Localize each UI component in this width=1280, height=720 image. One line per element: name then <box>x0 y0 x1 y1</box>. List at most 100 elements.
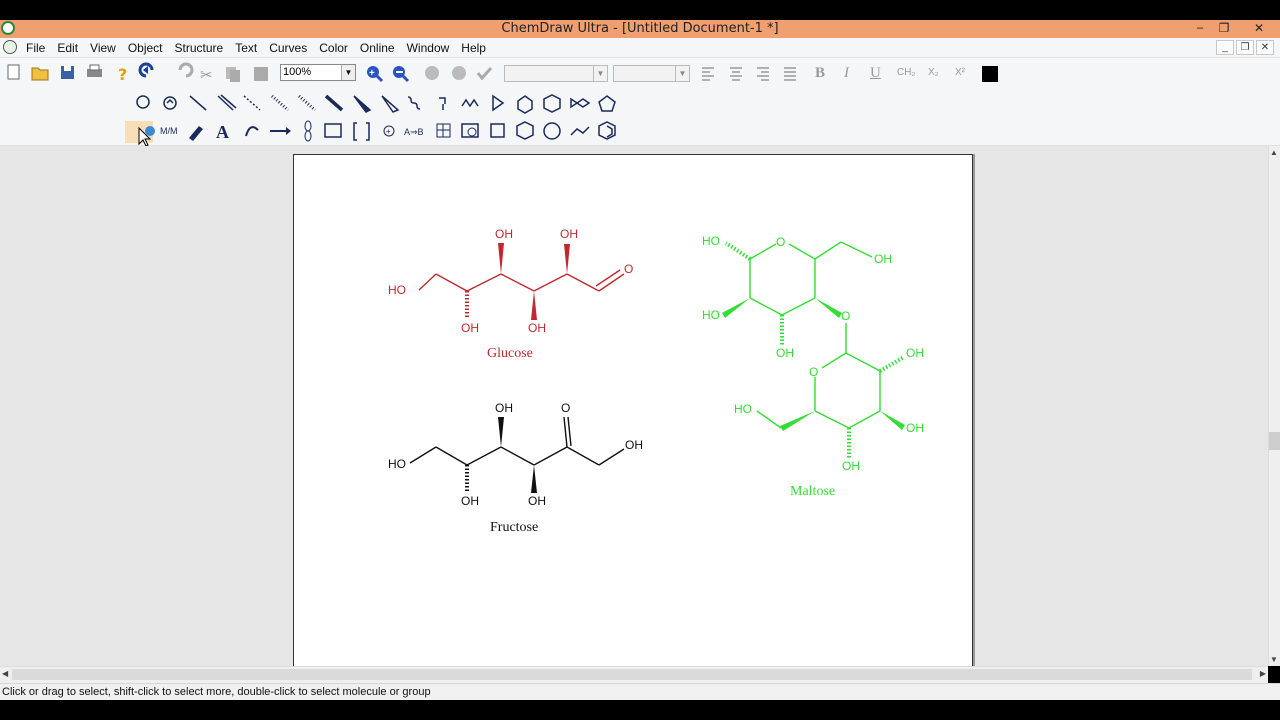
glucose-structure[interactable] <box>418 243 625 320</box>
document-icon[interactable] <box>3 40 17 54</box>
align-center-icon[interactable] <box>730 67 742 81</box>
lasso-icon[interactable] <box>136 95 150 109</box>
cut-icon[interactable]: ✂ <box>200 67 213 84</box>
menu-color[interactable]: Color <box>319 41 348 55</box>
double-bond-icon[interactable] <box>217 94 237 111</box>
hexagon-ring-icon[interactable] <box>543 94 561 113</box>
single-bond-icon[interactable] <box>189 95 207 111</box>
cyclooctane-chair-icon[interactable] <box>570 126 590 136</box>
print-icon[interactable] <box>87 64 102 77</box>
eraser-icon[interactable] <box>189 126 203 141</box>
menu-view[interactable]: View <box>90 41 116 55</box>
paste-icon[interactable] <box>254 67 268 81</box>
menu-structure[interactable]: Structure <box>175 41 224 55</box>
orbital-tool-icon[interactable] <box>304 120 312 142</box>
triangle-ring-icon[interactable] <box>492 94 505 112</box>
scroll-left-icon[interactable]: ◀ <box>2 669 8 678</box>
cycloheptane-icon[interactable] <box>543 122 561 140</box>
align-right-icon[interactable] <box>757 67 769 81</box>
vertical-scrollbar[interactable]: ▲ ▼ <box>1268 146 1280 666</box>
menu-window[interactable]: Window <box>407 41 450 55</box>
hexagon-ring-2-icon[interactable] <box>516 121 534 140</box>
align-left-icon[interactable] <box>702 67 714 81</box>
template-tool-icon[interactable] <box>461 123 479 138</box>
doc-close-button[interactable]: ✕ <box>1256 40 1274 55</box>
doc-minimize-button[interactable]: _ <box>1216 40 1234 55</box>
maximize-button[interactable]: ❐ <box>1210 20 1238 38</box>
close-button[interactable]: ✕ <box>1245 20 1273 38</box>
cyclohexane-chair-icon[interactable] <box>570 97 591 109</box>
new-document-icon[interactable] <box>7 64 20 80</box>
zoom-out-icon[interactable] <box>393 66 410 83</box>
maltose-bond <box>749 243 777 260</box>
check-structure-icon[interactable] <box>476 66 493 81</box>
wedge-bond-icon[interactable] <box>353 95 372 113</box>
save-icon[interactable] <box>61 66 74 79</box>
bold-bond-icon[interactable] <box>324 94 344 112</box>
menu-file[interactable]: File <box>26 41 45 55</box>
fructose-oh-label: OH <box>495 401 513 415</box>
table-tool-icon[interactable] <box>436 123 451 138</box>
horizontal-scroll-thumb[interactable] <box>12 669 1252 680</box>
scroll-down-icon[interactable]: ▼ <box>1270 655 1278 664</box>
formula-button[interactable]: CH₂ <box>897 67 915 78</box>
square-ring-icon[interactable] <box>490 123 505 138</box>
drawing-elements-icon[interactable] <box>324 123 342 138</box>
menu-edit[interactable]: Edit <box>57 41 78 55</box>
menu-object[interactable]: Object <box>128 41 163 55</box>
menu-text[interactable]: Text <box>235 41 257 55</box>
redo-icon[interactable] <box>178 62 194 78</box>
scroll-up-icon[interactable]: ▲ <box>1270 148 1278 157</box>
open-folder-icon[interactable] <box>31 67 49 81</box>
underline-button[interactable]: U <box>870 65 881 82</box>
maltose-bond <box>749 297 783 316</box>
document-page[interactable]: HO OH OH OH OH O Glucose HO OH O OH OH O… <box>293 154 973 669</box>
maltose-bond <box>814 241 842 260</box>
fructose-bond <box>533 446 568 466</box>
menu-help[interactable]: Help <box>461 41 486 55</box>
italic-button[interactable]: I <box>844 65 849 82</box>
chemical-symbols-icon[interactable]: + <box>383 125 395 137</box>
structure-tool-2-icon[interactable] <box>452 66 466 80</box>
maltose-structure[interactable] <box>722 241 906 458</box>
maltose-bond <box>821 352 847 369</box>
subscript-button[interactable]: X₂ <box>928 67 939 78</box>
wavy-bond-icon[interactable] <box>407 96 421 110</box>
justify-icon[interactable] <box>784 67 796 81</box>
pentagon-ring-icon[interactable] <box>517 95 533 114</box>
mass-fragmentation-icon[interactable]: M/M <box>160 126 178 136</box>
text-tool-icon[interactable]: A <box>216 122 229 142</box>
help-icon[interactable]: ? <box>118 65 127 84</box>
menu-online[interactable]: Online <box>360 41 395 55</box>
structure-perspective-icon[interactable] <box>163 96 177 110</box>
color-swatch-icon[interactable] <box>982 66 998 82</box>
font-size-select[interactable]: ▼ <box>613 65 690 82</box>
zoom-select[interactable]: 100% ▼ <box>280 64 356 81</box>
hollow-wedge-icon[interactable] <box>381 95 400 113</box>
superscript-button[interactable]: X² <box>955 67 965 78</box>
font-select[interactable]: ▼ <box>504 65 608 82</box>
chain-tool-icon[interactable] <box>439 97 446 110</box>
cyclopentadiene-icon[interactable] <box>598 95 616 112</box>
hashed-wedge-icon[interactable] <box>298 94 316 112</box>
scroll-right-icon[interactable]: ▶ <box>1260 669 1266 678</box>
zoom-in-icon[interactable]: + <box>367 66 384 83</box>
vertical-scroll-thumb[interactable] <box>1269 432 1280 450</box>
undo-icon[interactable] <box>138 62 154 78</box>
bold-button[interactable]: B <box>815 65 825 82</box>
doc-restore-button[interactable]: ❐ <box>1236 40 1254 55</box>
copy-icon[interactable] <box>226 67 240 82</box>
glucose-oh-label: OH <box>560 227 578 241</box>
structure-tool-1-icon[interactable] <box>425 66 439 80</box>
brackets-icon[interactable] <box>353 122 370 141</box>
menu-curves[interactable]: Curves <box>269 41 307 55</box>
horizontal-scrollbar[interactable]: ◀ ▶ <box>0 666 1268 683</box>
acyclic-chain-icon[interactable] <box>461 98 479 108</box>
query-tool-icon[interactable]: A⇒B <box>404 127 424 137</box>
hashed-bond-icon[interactable] <box>271 94 289 112</box>
fructose-structure[interactable] <box>409 416 625 493</box>
pen-tool-icon[interactable] <box>245 126 259 137</box>
arrow-tool-icon[interactable] <box>270 127 291 135</box>
dashed-bond-icon[interactable] <box>243 95 261 111</box>
benzene-ring-icon[interactable] <box>598 121 616 140</box>
